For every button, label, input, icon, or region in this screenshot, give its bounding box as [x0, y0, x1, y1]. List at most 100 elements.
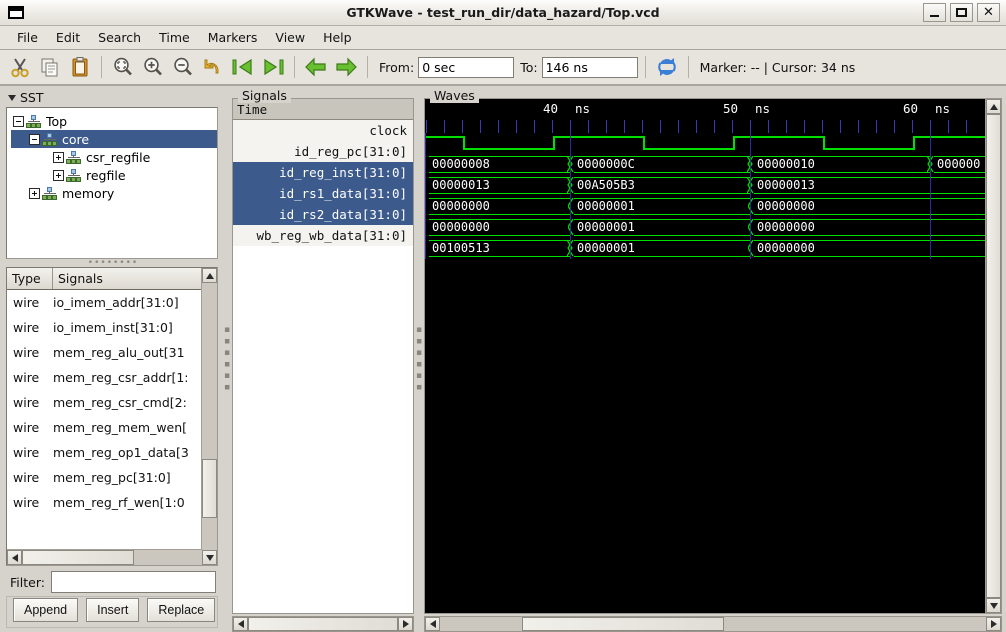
next-edge-button[interactable] — [332, 53, 360, 81]
tree-node-regfile[interactable]: regfile — [11, 166, 217, 184]
expander-minus-icon[interactable] — [29, 133, 40, 145]
menu-view[interactable]: View — [266, 27, 314, 48]
bus-segment[interactable]: 00000000 — [425, 196, 570, 217]
menu-edit[interactable]: Edit — [47, 27, 89, 48]
column-header-signals[interactable]: Signals — [53, 268, 217, 289]
list-item[interactable]: wire mem_reg_mem_wen[ — [7, 415, 217, 440]
wave-signal-clock[interactable]: clock — [233, 120, 413, 141]
copy-button[interactable] — [36, 53, 64, 81]
hscroll-thumb[interactable] — [521, 617, 724, 631]
hscroll-track[interactable] — [248, 617, 398, 631]
tree-node-memory[interactable]: memory — [11, 184, 217, 202]
wave-signal-id-reg-pc[interactable]: id_reg_pc[31:0] — [233, 141, 413, 162]
list-item[interactable]: wire mem_reg_op1_data[3 — [7, 440, 217, 465]
waveform-row-id-reg-pc[interactable]: 00000008 0000000C 00000010 000000 — [425, 154, 985, 175]
hscroll-track[interactable] — [22, 550, 202, 565]
filter-input[interactable] — [50, 571, 216, 593]
menu-search[interactable]: Search — [89, 27, 150, 48]
list-item[interactable]: wire mem_reg_rf_wen[1:0 — [7, 490, 217, 515]
sst-frame-label[interactable]: SST — [4, 90, 222, 106]
bus-segment[interactable]: 000000 — [930, 154, 985, 175]
bus-segment[interactable]: 00000000 — [750, 217, 985, 238]
insert-button[interactable]: Insert — [86, 598, 140, 622]
paste-button[interactable] — [66, 53, 94, 81]
wave-time-ruler[interactable]: 40 ns 50 ns 60 ns — [425, 99, 985, 120]
tree-node-csr-regfile[interactable]: csr_regfile — [11, 148, 217, 166]
menu-markers[interactable]: Markers — [199, 27, 267, 48]
scroll-down-button[interactable] — [986, 598, 1001, 613]
zoom-in-button[interactable] — [139, 53, 167, 81]
signal-search-list[interactable]: Type Signals wire io_imem_addr[31:0] wire… — [6, 267, 218, 566]
to-input[interactable] — [541, 56, 638, 78]
expander-plus-icon[interactable] — [29, 187, 40, 199]
maximize-button[interactable] — [950, 3, 973, 22]
wave-rows[interactable]: 00000008 0000000C 00000010 000000 000000… — [425, 133, 985, 259]
bus-segment[interactable]: 00000000 — [750, 196, 985, 217]
waves-hscrollbar[interactable] — [424, 616, 1002, 632]
waveform-row-wb-reg-wb-data[interactable]: 00100513 00000001 00000000 — [425, 238, 985, 259]
scroll-left-button[interactable] — [425, 617, 440, 631]
append-button[interactable]: Append — [13, 598, 79, 622]
scroll-up-button[interactable] — [986, 99, 1001, 114]
scroll-right-button[interactable] — [986, 617, 1001, 631]
reload-button[interactable] — [653, 53, 681, 81]
close-button[interactable]: ✕ — [977, 3, 1000, 22]
signal-list-hscrollbar[interactable] — [7, 549, 217, 565]
bus-segment[interactable]: 00000010 — [750, 154, 930, 175]
menu-time[interactable]: Time — [150, 27, 199, 48]
signal-list-vscrollbar[interactable] — [201, 268, 217, 565]
tree-node-top[interactable]: Top — [11, 112, 217, 130]
column-header-type[interactable]: Type — [7, 268, 53, 289]
wave-signal-wb-reg-wb-data[interactable]: wb_reg_wb_data[31:0] — [233, 225, 413, 246]
signals-empty-area[interactable] — [233, 246, 413, 613]
go-start-button[interactable] — [229, 53, 257, 81]
list-item[interactable]: wire io_imem_inst[31:0] — [7, 315, 217, 340]
expander-minus-icon[interactable] — [13, 115, 24, 127]
waveform-row-id-reg-inst[interactable]: 00000013 00A505B3 00000013 — [425, 175, 985, 196]
pane-divider-left[interactable]: ▪▪▪▪▪▪ — [222, 86, 232, 632]
from-input[interactable] — [418, 56, 515, 78]
zoom-fit-button[interactable] — [109, 53, 137, 81]
waveform-row-id-rs1-data[interactable]: 00000000 00000001 00000000 — [425, 196, 985, 217]
replace-button[interactable]: Replace — [147, 598, 216, 622]
bus-segment[interactable]: 00000001 — [570, 217, 750, 238]
scroll-left-button[interactable] — [7, 550, 22, 565]
list-item[interactable]: wire io_imem_addr[31:0] — [7, 290, 217, 315]
bus-segment[interactable]: 00A505B3 — [570, 175, 750, 196]
scroll-right-button[interactable] — [398, 617, 413, 631]
wave-signal-id-rs1-data[interactable]: id_rs1_data[31:0] — [233, 183, 413, 204]
cut-button[interactable] — [6, 53, 34, 81]
bus-segment[interactable]: 00000001 — [570, 238, 750, 259]
hscroll-track[interactable] — [440, 617, 986, 631]
scroll-left-button[interactable] — [233, 617, 248, 631]
prev-edge-button[interactable] — [302, 53, 330, 81]
expander-plus-icon[interactable] — [53, 151, 64, 163]
go-end-button[interactable] — [259, 53, 287, 81]
zoom-out-button[interactable] — [169, 53, 197, 81]
hscroll-thumb[interactable] — [22, 550, 134, 565]
zoom-undo-button[interactable] — [199, 53, 227, 81]
list-item[interactable]: wire mem_reg_alu_out[31 — [7, 340, 217, 365]
vscroll-track[interactable] — [202, 283, 217, 550]
list-item[interactable]: wire mem_reg_csr_cmd[2: — [7, 390, 217, 415]
wave-signal-id-reg-inst[interactable]: id_reg_inst[31:0] — [233, 162, 413, 183]
minimize-button[interactable] — [923, 3, 946, 22]
bus-segment[interactable]: 00000000 — [425, 217, 570, 238]
menu-file[interactable]: File — [8, 27, 47, 48]
list-item[interactable]: wire mem_reg_pc[31:0] — [7, 465, 217, 490]
vscroll-track[interactable] — [986, 114, 1001, 598]
signals-hscrollbar[interactable] — [232, 616, 414, 632]
vscroll-thumb[interactable] — [986, 114, 1001, 598]
menu-help[interactable]: Help — [314, 27, 361, 48]
vscroll-thumb[interactable] — [202, 459, 217, 518]
waves-vscrollbar[interactable] — [985, 99, 1001, 613]
list-item[interactable]: wire mem_reg_csr_addr[1: — [7, 365, 217, 390]
bus-segment[interactable]: 00000013 — [425, 175, 570, 196]
expander-plus-icon[interactable] — [53, 169, 64, 181]
waveform-row-clock[interactable] — [425, 133, 985, 154]
bus-segment[interactable]: 00000001 — [570, 196, 750, 217]
sst-pane-resize-handle[interactable]: •••••••• — [4, 259, 222, 268]
pane-divider-right[interactable]: ▪▪▪▪▪▪ — [414, 86, 424, 632]
wave-canvas[interactable]: 40 ns 50 ns 60 ns 00000008 0000000C 0000… — [425, 99, 985, 613]
bus-segment[interactable]: 00000008 — [425, 154, 570, 175]
